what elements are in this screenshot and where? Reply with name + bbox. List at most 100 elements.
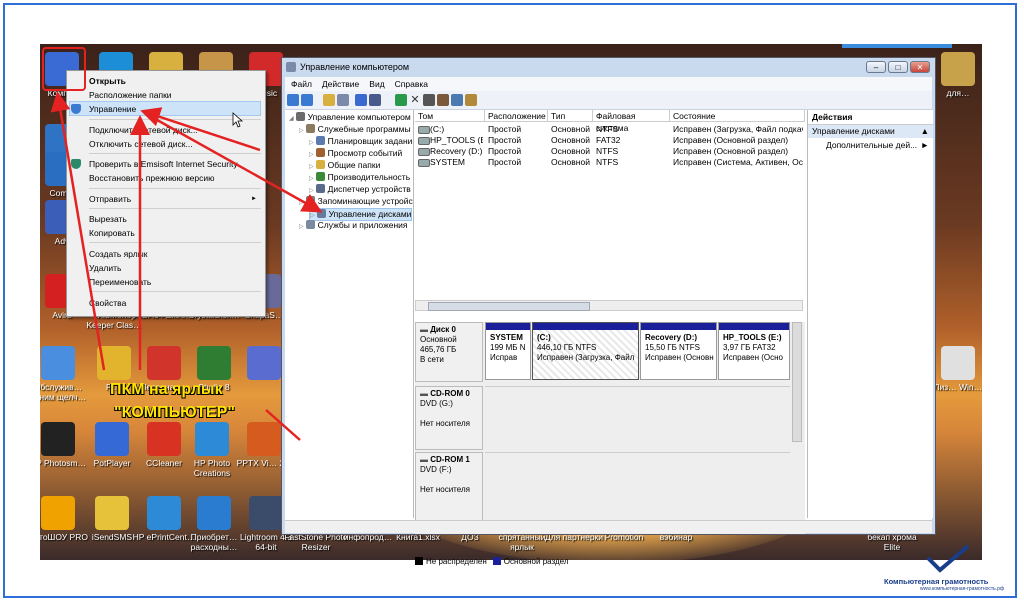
- context-menu-item[interactable]: Восстановить прежнюю версию: [89, 171, 215, 185]
- menu-2[interactable]: Вид: [369, 79, 384, 89]
- disk-label[interactable]: ▬ Диск 0 Основной 465,76 ГБ В сети: [415, 322, 483, 382]
- console-tree-icon[interactable]: [337, 94, 349, 106]
- expand-icon[interactable]: ▷: [299, 224, 304, 230]
- expand-icon[interactable]: ◢: [289, 116, 294, 122]
- expand-icon[interactable]: ▷: [309, 188, 314, 194]
- context-menu-item[interactable]: Переименовать: [89, 275, 151, 289]
- refresh-icon[interactable]: [395, 94, 407, 106]
- context-menu-item[interactable]: Открыть: [89, 74, 126, 88]
- search-icon[interactable]: [451, 94, 463, 106]
- scroll-thumb[interactable]: [428, 302, 590, 311]
- back-icon[interactable]: [287, 94, 299, 106]
- tree-item[interactable]: ▷ Диспетчер устройств: [309, 184, 411, 195]
- column-header[interactable]: Расположение: [485, 110, 548, 122]
- column-header[interactable]: Том: [415, 110, 485, 122]
- volume-name[interactable]: SYSTEM: [430, 157, 483, 168]
- context-menu-item[interactable]: Управление: [89, 102, 136, 116]
- legend: Не распределен Основной раздел: [415, 557, 575, 566]
- disk-map-vscrollbar[interactable]: [792, 322, 802, 442]
- tree-item[interactable]: ◢ Управление компьютером (л: [289, 112, 413, 123]
- context-menu-separator: [89, 208, 261, 209]
- context-menu-item[interactable]: Расположение папки: [89, 88, 172, 102]
- tree-item-label: Общие папки: [327, 160, 381, 170]
- properties-icon[interactable]: [369, 94, 381, 106]
- settings-icon[interactable]: [465, 94, 477, 106]
- context-menu-item-label: Подключить сетевой диск...: [89, 125, 198, 135]
- partition[interactable]: SYSTEM 199 МБ N Исправ: [485, 322, 531, 380]
- column-header[interactable]: Файловая система: [593, 110, 670, 133]
- title-bar: Управление компьютером – □ ✕: [282, 58, 935, 76]
- volume-name[interactable]: (C:): [430, 124, 483, 135]
- partition[interactable]: Recovery (D:) 15,50 ГБ NTFS Исправен (Осно…: [640, 322, 717, 380]
- context-menu-item-label: Создать ярлык: [89, 249, 148, 259]
- volume-list-hscrollbar[interactable]: [415, 300, 803, 311]
- disk-info: [420, 409, 478, 419]
- actions-more[interactable]: Дополнительные дей... ►: [808, 138, 933, 152]
- context-menu: Открыть Расположение папки Управление Подкл…: [66, 70, 266, 317]
- tree-item-icon: [315, 184, 325, 193]
- disk-icon[interactable]: [423, 94, 435, 106]
- context-menu-item[interactable]: Копировать: [89, 226, 135, 240]
- context-menu-item[interactable]: Свойства: [89, 296, 126, 310]
- expand-icon[interactable]: ▷: [310, 213, 315, 219]
- minimize-button[interactable]: –: [866, 61, 886, 73]
- tree-item[interactable]: ▷ Запоминающие устройст: [299, 196, 413, 207]
- context-menu-item[interactable]: Отключить сетевой диск...: [89, 137, 193, 151]
- partition-text: 446,10 ГБ NTFS: [537, 343, 597, 352]
- context-menu-item[interactable]: Удалить: [89, 261, 121, 275]
- context-menu-item[interactable]: Проверить в Emsisoft Internet Security: [89, 157, 238, 171]
- expand-icon[interactable]: ▷: [309, 176, 314, 182]
- context-menu-item[interactable]: Отправить ►: [89, 192, 257, 206]
- help-icon[interactable]: [355, 94, 367, 106]
- partition-bar: [533, 323, 638, 330]
- context-menu-item-label: Свойства: [89, 298, 127, 308]
- forward-icon[interactable]: [301, 94, 313, 106]
- volume-name[interactable]: HP_TOOLS (E:): [430, 135, 483, 146]
- desktop-icon-image: [941, 52, 975, 86]
- expand-icon[interactable]: ▷: [299, 128, 304, 134]
- column-header[interactable]: Тип: [548, 110, 593, 122]
- disk-label[interactable]: ▬ CD-ROM 0 DVD (G:) Нет носителя: [415, 386, 483, 450]
- volume-cell: Простой: [488, 124, 522, 134]
- desktop-icon-image: [247, 346, 281, 380]
- context-menu-item[interactable]: Подключить сетевой диск...: [89, 123, 198, 137]
- up-folder-icon[interactable]: [323, 94, 335, 106]
- menu-bar: Файл Действие Вид Справка: [285, 77, 932, 91]
- context-menu-item[interactable]: Вырезать: [89, 212, 127, 226]
- desktop-icon-image: [147, 346, 181, 380]
- column-header[interactable]: Состояние: [670, 110, 805, 122]
- tree-item[interactable]: ▷ Служебные программы: [299, 124, 411, 135]
- menu-3[interactable]: Справка: [395, 79, 428, 89]
- expand-icon[interactable]: ▷: [309, 164, 314, 170]
- volume-name[interactable]: Recovery (D:): [430, 146, 483, 157]
- expand-icon[interactable]: ▷: [299, 200, 304, 206]
- expand-icon[interactable]: ▷: [309, 152, 314, 158]
- partition[interactable]: (C:) 446,10 ГБ NTFS Исправен (Загрузка, Фа…: [532, 322, 639, 380]
- context-menu-item[interactable]: Создать ярлык: [89, 247, 148, 261]
- partition[interactable]: HP_TOOLS (E:) 3,97 ГБ FAT32 Исправен (Осно: [718, 322, 790, 380]
- menu-0[interactable]: Файл: [291, 79, 312, 89]
- brand-name: Компьютерная грамотность: [884, 577, 989, 586]
- tree-item[interactable]: ▷ Службы и приложения: [299, 220, 408, 231]
- close-button[interactable]: ✕: [910, 61, 930, 73]
- actions-title: Действия: [808, 110, 933, 125]
- tree-item[interactable]: ▷ Общие папки: [309, 160, 380, 171]
- context-menu-item-label: Расположение папки: [89, 90, 172, 100]
- disk-info: Нет носителя: [420, 485, 470, 494]
- disk-properties-icon[interactable]: [437, 94, 449, 106]
- disk-label[interactable]: ▬ CD-ROM 1 DVD (F:) Нет носителя: [415, 452, 483, 522]
- tree-item[interactable]: ▷ Планировщик заданий: [309, 136, 413, 147]
- drive-icon: [418, 159, 430, 167]
- maximize-button[interactable]: □: [888, 61, 908, 73]
- expand-icon[interactable]: ▷: [309, 140, 314, 146]
- menu-1[interactable]: Действие: [322, 79, 359, 89]
- partition-text: SYSTEM: [490, 333, 523, 342]
- actions-selected[interactable]: Управление дисками ▲: [808, 125, 933, 138]
- collapse-icon[interactable]: ▲: [921, 125, 929, 138]
- tree-item[interactable]: ▷ Производительность: [309, 172, 410, 183]
- delete-icon[interactable]: ✕: [409, 94, 421, 106]
- partition-bar: [719, 323, 789, 330]
- volume-cell: Исправен (Система, Активен, Осно: [673, 157, 803, 167]
- tree-item[interactable]: ▷ Просмотр событий: [309, 148, 402, 159]
- chevron-right-icon: ►: [251, 196, 257, 202]
